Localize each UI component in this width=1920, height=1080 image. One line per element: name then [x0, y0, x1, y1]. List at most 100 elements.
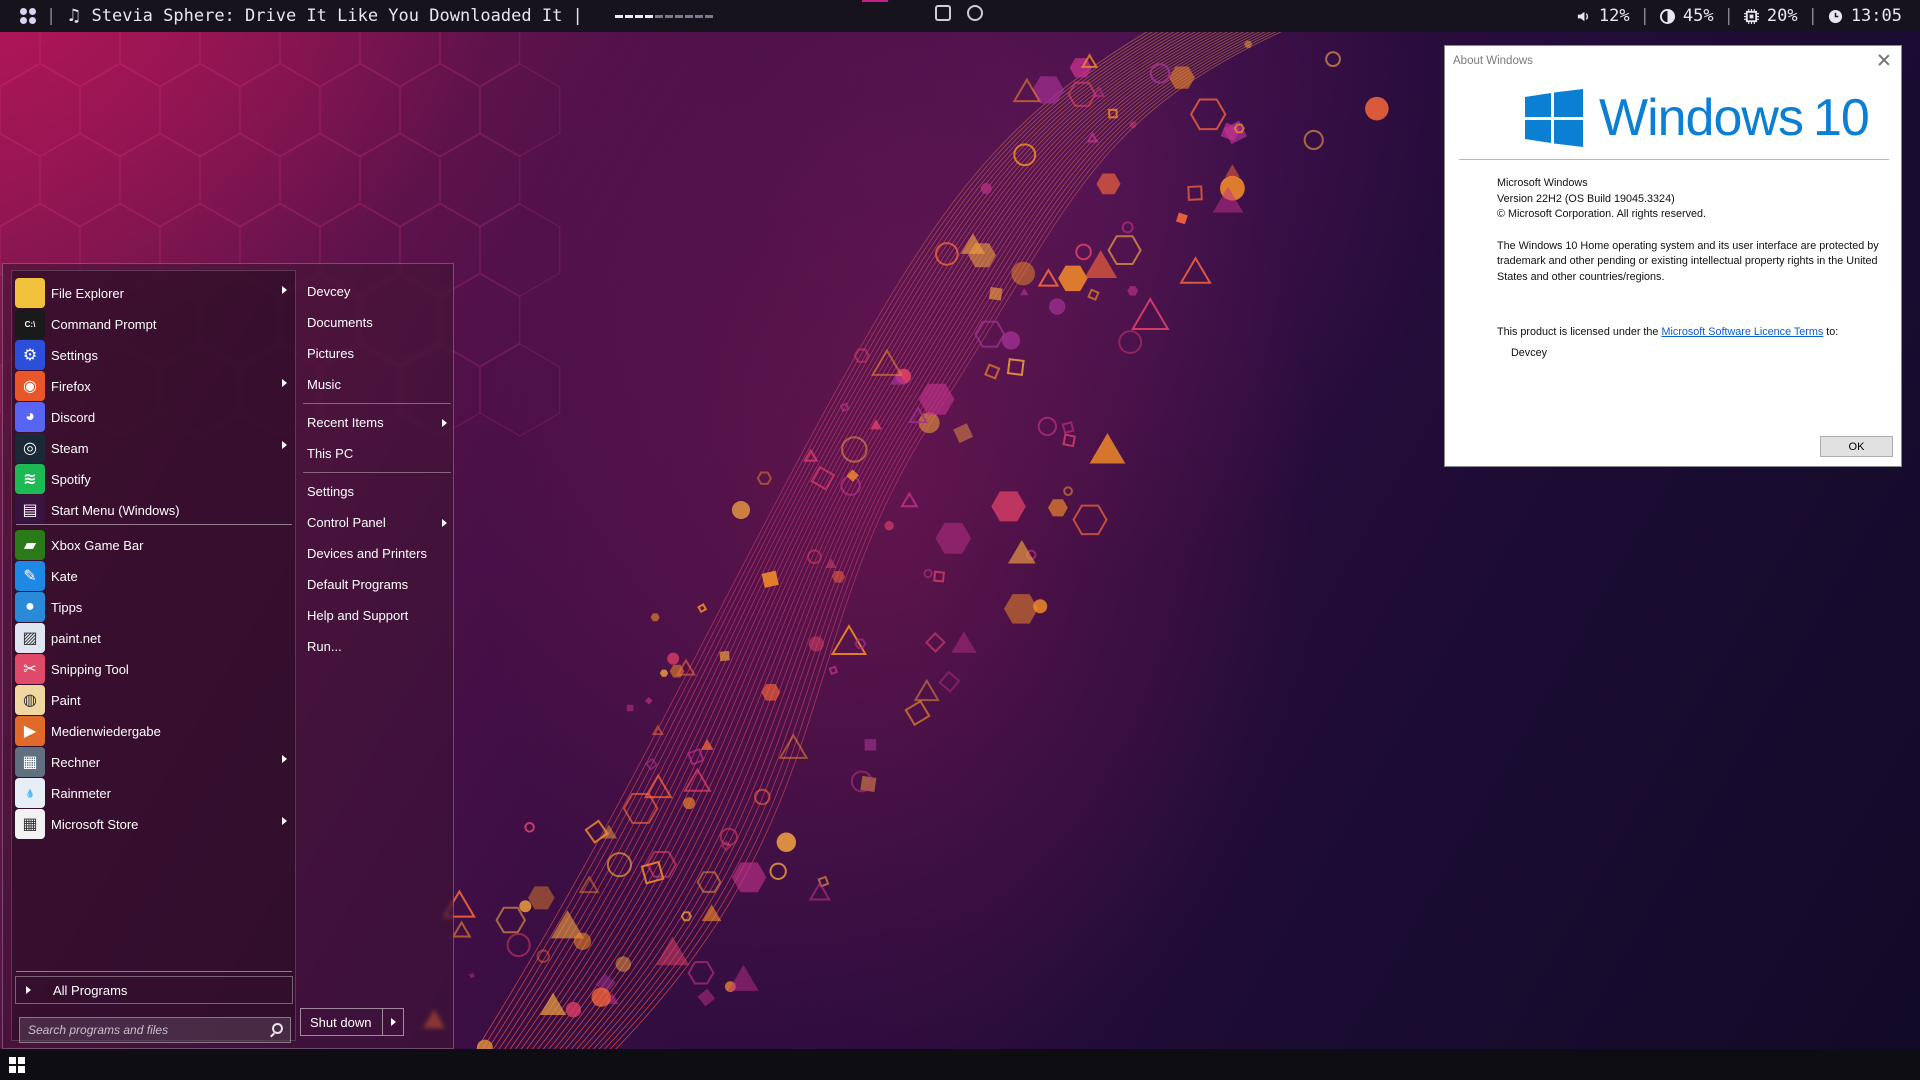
decorative-shape	[565, 1002, 582, 1018]
hex-pattern	[79, 63, 161, 157]
battery-indicator[interactable]: 45%	[1659, 6, 1714, 26]
chevron-right-icon	[442, 519, 447, 527]
shutdown-options-button[interactable]	[383, 1009, 403, 1035]
hex-pattern	[479, 343, 561, 437]
place-label: Help and Support	[307, 608, 409, 623]
program-item[interactable]: ▤ Start Menu (Windows)	[15, 492, 293, 528]
all-programs-button[interactable]: All Programs	[15, 976, 293, 1004]
decorative-shape	[951, 631, 977, 653]
place-item[interactable]: Control Panel	[307, 507, 451, 538]
progress-segment	[694, 14, 703, 18]
decorative-shape	[904, 699, 931, 727]
decorative-shape	[1062, 433, 1077, 448]
dialog-titlebar[interactable]: About Windows	[1445, 46, 1901, 76]
search-icon[interactable]	[272, 1023, 283, 1034]
place-label: Control Panel	[307, 515, 386, 530]
place-item[interactable]: Settings	[307, 476, 451, 507]
terminal-icon: C:\	[15, 309, 45, 339]
decorative-shape	[506, 932, 531, 958]
program-label: Spotify	[51, 471, 91, 487]
decorative-shape	[1048, 499, 1068, 517]
start-button[interactable]	[9, 1057, 25, 1073]
program-label: Microsoft Store	[51, 816, 139, 832]
program-label: Steam	[51, 440, 89, 456]
search-placeholder: Search programs and files	[28, 1023, 169, 1037]
clock-widget-icon[interactable]	[967, 5, 983, 21]
divider	[303, 472, 451, 473]
place-item[interactable]: This PC	[307, 438, 451, 469]
window-icon[interactable]	[935, 5, 951, 21]
ok-button[interactable]: OK	[1820, 436, 1893, 457]
decorative-shape	[1007, 539, 1036, 564]
separator: |	[46, 6, 57, 26]
decorative-shape	[615, 956, 632, 972]
decorative-shape	[803, 448, 819, 462]
wave-line	[496, 29, 1178, 1061]
hex-pattern	[479, 203, 561, 297]
program-label: paint.net	[51, 630, 101, 646]
decorative-shape	[697, 988, 716, 1007]
shutdown-button[interactable]: Shut down	[301, 1009, 383, 1035]
wave-line	[583, 29, 1264, 1061]
decorative-shape	[578, 875, 600, 894]
clock[interactable]: 13:05	[1828, 6, 1902, 26]
place-item[interactable]: Music	[307, 369, 451, 400]
place-item[interactable]: Devcey	[307, 276, 451, 307]
license-terms-link[interactable]: Microsoft Software Licence Terms	[1661, 326, 1823, 338]
search-input[interactable]: Search programs and files	[19, 1017, 291, 1043]
license-suffix: to:	[1823, 326, 1839, 338]
active-workspace-indicator	[862, 0, 888, 2]
clock-time: 13:05	[1850, 6, 1902, 26]
place-item[interactable]: Devices and Printers	[307, 538, 451, 569]
decorative-shape	[1121, 221, 1134, 234]
place-item[interactable]: Run...	[307, 631, 451, 662]
place-item[interactable]: Pictures	[307, 338, 451, 369]
decorative-shape	[731, 501, 751, 520]
decorative-shape	[1118, 330, 1143, 354]
decorative-shape	[778, 733, 809, 759]
decorative-shape	[769, 862, 787, 880]
hex-pattern	[359, 133, 441, 227]
close-icon[interactable]	[1875, 51, 1893, 69]
now-playing-title[interactable]: Stevia Sphere: Drive It Like You Downloa…	[92, 6, 583, 26]
program-item[interactable]: ▦ Microsoft Store	[15, 806, 293, 842]
place-item[interactable]: Default Programs	[307, 569, 451, 600]
decorative-shape	[1303, 129, 1324, 151]
decorative-shape	[974, 320, 1006, 348]
decorative-shape	[495, 906, 527, 934]
wave-line	[588, 29, 1269, 1061]
place-item[interactable]: Recent Items	[307, 407, 451, 438]
place-item[interactable]: Documents	[307, 307, 451, 338]
chevron-right-icon	[282, 286, 287, 294]
decorative-shape	[1084, 250, 1118, 279]
shutdown-button-group: Shut down	[300, 1008, 404, 1036]
decorative-shape	[1072, 504, 1108, 536]
decorative-shape	[935, 242, 959, 266]
wave-line	[502, 29, 1183, 1061]
decorative-shape	[687, 747, 705, 766]
cpu-indicator[interactable]: 20%	[1743, 6, 1798, 26]
decorative-shape	[644, 696, 653, 705]
play-icon: ▶	[15, 716, 45, 746]
decorative-shape	[1175, 212, 1188, 225]
workspaces-icon[interactable]	[20, 8, 36, 24]
decorative-shape	[935, 522, 972, 554]
battery-value: 45%	[1682, 6, 1714, 26]
decorative-shape	[1130, 297, 1170, 330]
wave-line	[550, 29, 1232, 1061]
start-icon: ▤	[15, 495, 45, 525]
dialog-title: About Windows	[1453, 55, 1533, 67]
windows10-logo: Windows 10	[1525, 88, 1870, 148]
start-menu: All Programs Search programs and files F…	[2, 263, 454, 1049]
decorative-shape	[1037, 416, 1058, 437]
program-label: Firefox	[51, 378, 91, 394]
folder-icon	[15, 278, 45, 308]
program-label: Tipps	[51, 599, 83, 615]
playback-progress[interactable]	[614, 14, 713, 18]
chevron-right-icon	[442, 419, 447, 427]
place-label: Run...	[307, 639, 342, 654]
place-item[interactable]: Help and Support	[307, 600, 451, 631]
volume-indicator[interactable]: 12%	[1576, 6, 1630, 26]
cpu-icon	[1743, 8, 1759, 24]
store-icon: ▦	[15, 809, 45, 839]
